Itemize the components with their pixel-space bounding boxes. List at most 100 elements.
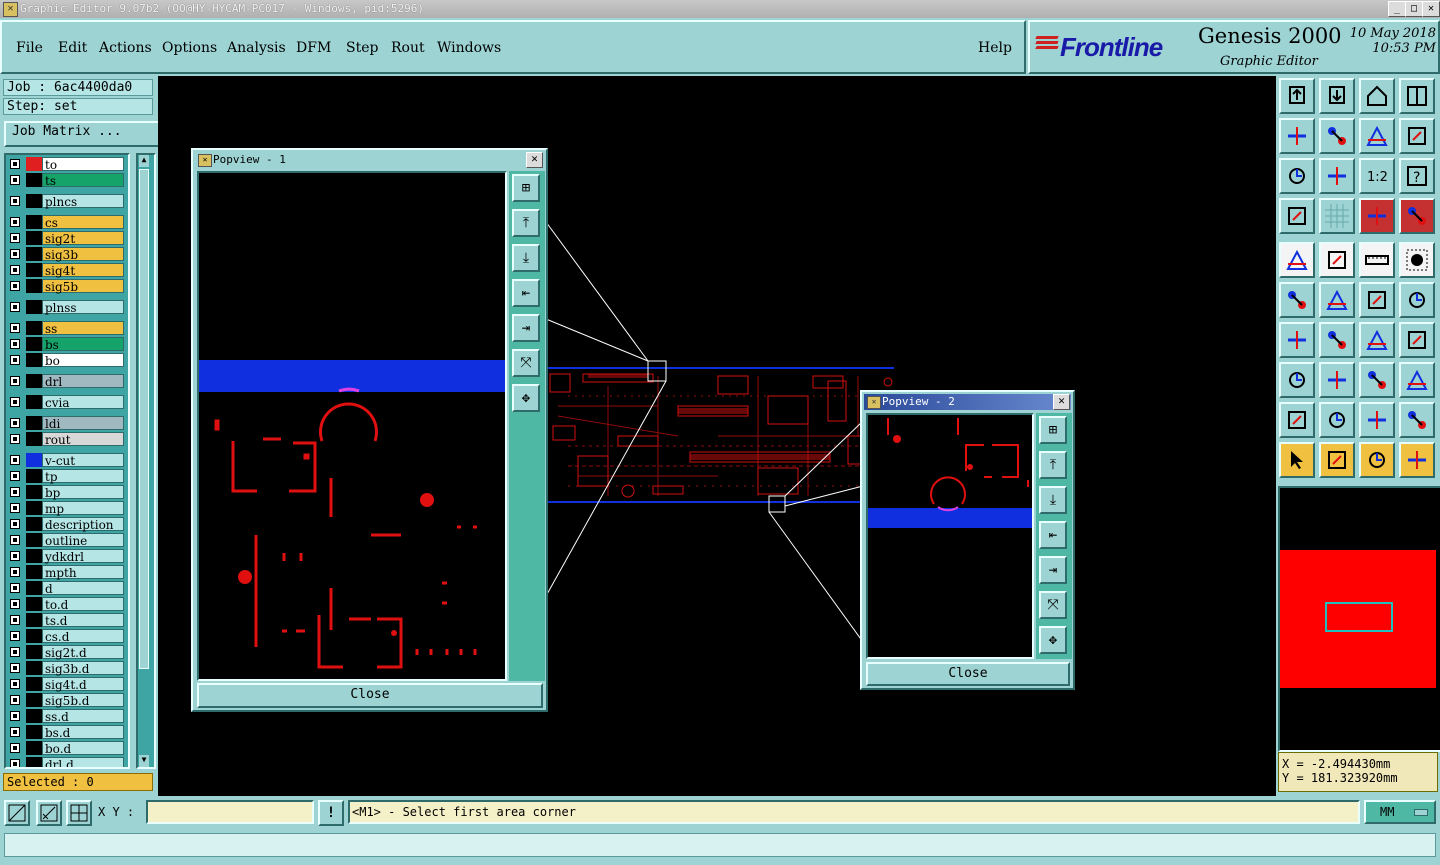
- angle-icon[interactable]: [1279, 322, 1315, 358]
- layer-name[interactable]: sig5b: [42, 279, 124, 294]
- fit-view-icon[interactable]: [1279, 158, 1315, 194]
- layer-row-ts[interactable]: ts: [6, 173, 128, 188]
- layer-name[interactable]: sig5b.d: [42, 693, 124, 708]
- shape-icon[interactable]: [1399, 362, 1435, 398]
- layer-list-scrollbar[interactable]: ▲ ▼: [136, 153, 156, 769]
- layer-checkbox[interactable]: [10, 535, 20, 545]
- layer-row-ss-d[interactable]: ss.d: [6, 709, 128, 724]
- layer-color-swatch[interactable]: [26, 741, 42, 755]
- layer-name[interactable]: ss: [42, 321, 124, 336]
- layer-color-swatch[interactable]: [26, 725, 42, 739]
- job-matrix-button[interactable]: Job Matrix ...: [4, 121, 162, 147]
- layer-name[interactable]: ydkdrl: [42, 549, 124, 564]
- menu-step[interactable]: Step: [346, 40, 378, 56]
- layer-name[interactable]: cvia: [42, 395, 124, 410]
- menu-file[interactable]: File: [16, 40, 43, 56]
- layer-name[interactable]: sig4t: [42, 263, 124, 278]
- layer-checkbox[interactable]: [10, 567, 20, 577]
- zoom-ratio-icon[interactable]: 1:2: [1359, 158, 1395, 194]
- layer-row-mpth[interactable]: mpth: [6, 565, 128, 580]
- connect-pads-icon[interactable]: [1279, 282, 1315, 318]
- layer-row-sig3b[interactable]: sig3b: [6, 247, 128, 262]
- popview-pan-right-icon[interactable]: ⇥: [512, 314, 540, 342]
- next-step-icon[interactable]: [1319, 118, 1355, 154]
- layer-color-swatch[interactable]: [26, 321, 42, 335]
- layer-color-swatch[interactable]: [26, 453, 42, 467]
- layer-color-swatch[interactable]: [26, 247, 42, 261]
- layer-color-swatch[interactable]: [26, 485, 42, 499]
- layer-row-tp[interactable]: tp: [6, 469, 128, 484]
- measure-icon[interactable]: [36, 800, 62, 826]
- layer-checkbox[interactable]: [10, 355, 20, 365]
- layer-checkbox[interactable]: [10, 615, 20, 625]
- menu-analysis[interactable]: Analysis: [227, 40, 286, 56]
- popview-pan-up-icon[interactable]: ⤒: [1039, 451, 1067, 479]
- layer-name[interactable]: drl: [42, 374, 124, 389]
- menu-rout[interactable]: Rout: [391, 40, 425, 56]
- layer-name[interactable]: mpth: [42, 565, 124, 580]
- help-icon[interactable]: ?: [1399, 158, 1435, 194]
- select-box-icon[interactable]: [1319, 442, 1355, 478]
- layer-row-rout[interactable]: rout: [6, 432, 128, 447]
- alert-button[interactable]: !: [318, 800, 344, 826]
- close-window-button[interactable]: ✕: [1422, 1, 1440, 17]
- layer-color-swatch[interactable]: [26, 709, 42, 723]
- layer-row-drl-d[interactable]: drl.d: [6, 757, 128, 767]
- layer-checkbox[interactable]: [10, 455, 20, 465]
- layer-color-swatch[interactable]: [26, 613, 42, 627]
- popview-2-close-icon[interactable]: ✕: [1053, 394, 1070, 410]
- menu-dfm[interactable]: DFM: [296, 40, 331, 56]
- center-view-icon[interactable]: [1319, 158, 1355, 194]
- layer-color-swatch[interactable]: [26, 565, 42, 579]
- layer-name[interactable]: ts.d: [42, 613, 124, 628]
- layer-row-sig3b-d[interactable]: sig3b.d: [6, 661, 128, 676]
- layer-name[interactable]: sig2t: [42, 231, 124, 246]
- minimize-button[interactable]: _: [1388, 1, 1406, 17]
- layer-color-swatch[interactable]: [26, 693, 42, 707]
- select-feature-icon[interactable]: [1279, 242, 1315, 278]
- layer-checkbox[interactable]: [10, 265, 20, 275]
- layer-row-drl[interactable]: drl: [6, 374, 128, 389]
- cutout-icon[interactable]: [1399, 402, 1435, 438]
- layer-name[interactable]: ts: [42, 173, 124, 188]
- menu-windows[interactable]: Windows: [437, 40, 501, 56]
- layer-name[interactable]: outline: [42, 533, 124, 548]
- scroll-thumb[interactable]: [139, 169, 149, 669]
- maximize-button[interactable]: □: [1405, 1, 1423, 17]
- layer-checkbox[interactable]: [10, 217, 20, 227]
- layer-name[interactable]: v-cut: [42, 453, 124, 468]
- layer-name[interactable]: bs.d: [42, 725, 124, 740]
- popview-pan-left-icon[interactable]: ⇤: [512, 279, 540, 307]
- layer-checkbox[interactable]: [10, 434, 20, 444]
- popview-zoom-icon[interactable]: ⊞: [1039, 416, 1067, 444]
- popview-zoom-out-icon[interactable]: ✥: [512, 384, 540, 412]
- layer-name[interactable]: to: [42, 157, 124, 172]
- menu-edit[interactable]: Edit: [58, 40, 87, 56]
- layer-row-cvia[interactable]: cvia: [6, 395, 128, 410]
- layer-color-swatch[interactable]: [26, 395, 42, 409]
- layer-row-bo-d[interactable]: bo.d: [6, 741, 128, 756]
- layer-checkbox[interactable]: [10, 711, 20, 721]
- layer-color-swatch[interactable]: [26, 549, 42, 563]
- grid-snap-icon[interactable]: [66, 800, 92, 826]
- layer-color-swatch[interactable]: [26, 661, 42, 675]
- layer-checkbox[interactable]: [10, 695, 20, 705]
- layer-name[interactable]: drl.d: [42, 757, 124, 767]
- layer-checkbox[interactable]: [10, 281, 20, 291]
- layer-color-swatch[interactable]: [26, 517, 42, 531]
- layer-name[interactable]: plnss: [42, 300, 124, 315]
- layer-checkbox[interactable]: [10, 175, 20, 185]
- layer-row-cs[interactable]: cs: [6, 215, 128, 230]
- layer-name[interactable]: tp: [42, 469, 124, 484]
- layer-color-swatch[interactable]: [26, 597, 42, 611]
- layer-name[interactable]: sig3b.d: [42, 661, 124, 676]
- layer-checkbox[interactable]: [10, 647, 20, 657]
- layer-name[interactable]: plncs: [42, 194, 124, 209]
- area-icon[interactable]: [1279, 402, 1315, 438]
- layer-row-v-cut[interactable]: v-cut: [6, 453, 128, 468]
- popview-1-window[interactable]: ✕ Popview - 1 ✕ ⊞ ⤒ ⤓ ⇤ ⇥ ⤧ ✥ Close: [191, 148, 548, 712]
- popview-pan-left-icon[interactable]: ⇤: [1039, 521, 1067, 549]
- layer-color-swatch[interactable]: [26, 231, 42, 245]
- popview-pan-right-icon[interactable]: ⇥: [1039, 556, 1067, 584]
- popview-zoom-in-icon[interactable]: ⤧: [1039, 591, 1067, 619]
